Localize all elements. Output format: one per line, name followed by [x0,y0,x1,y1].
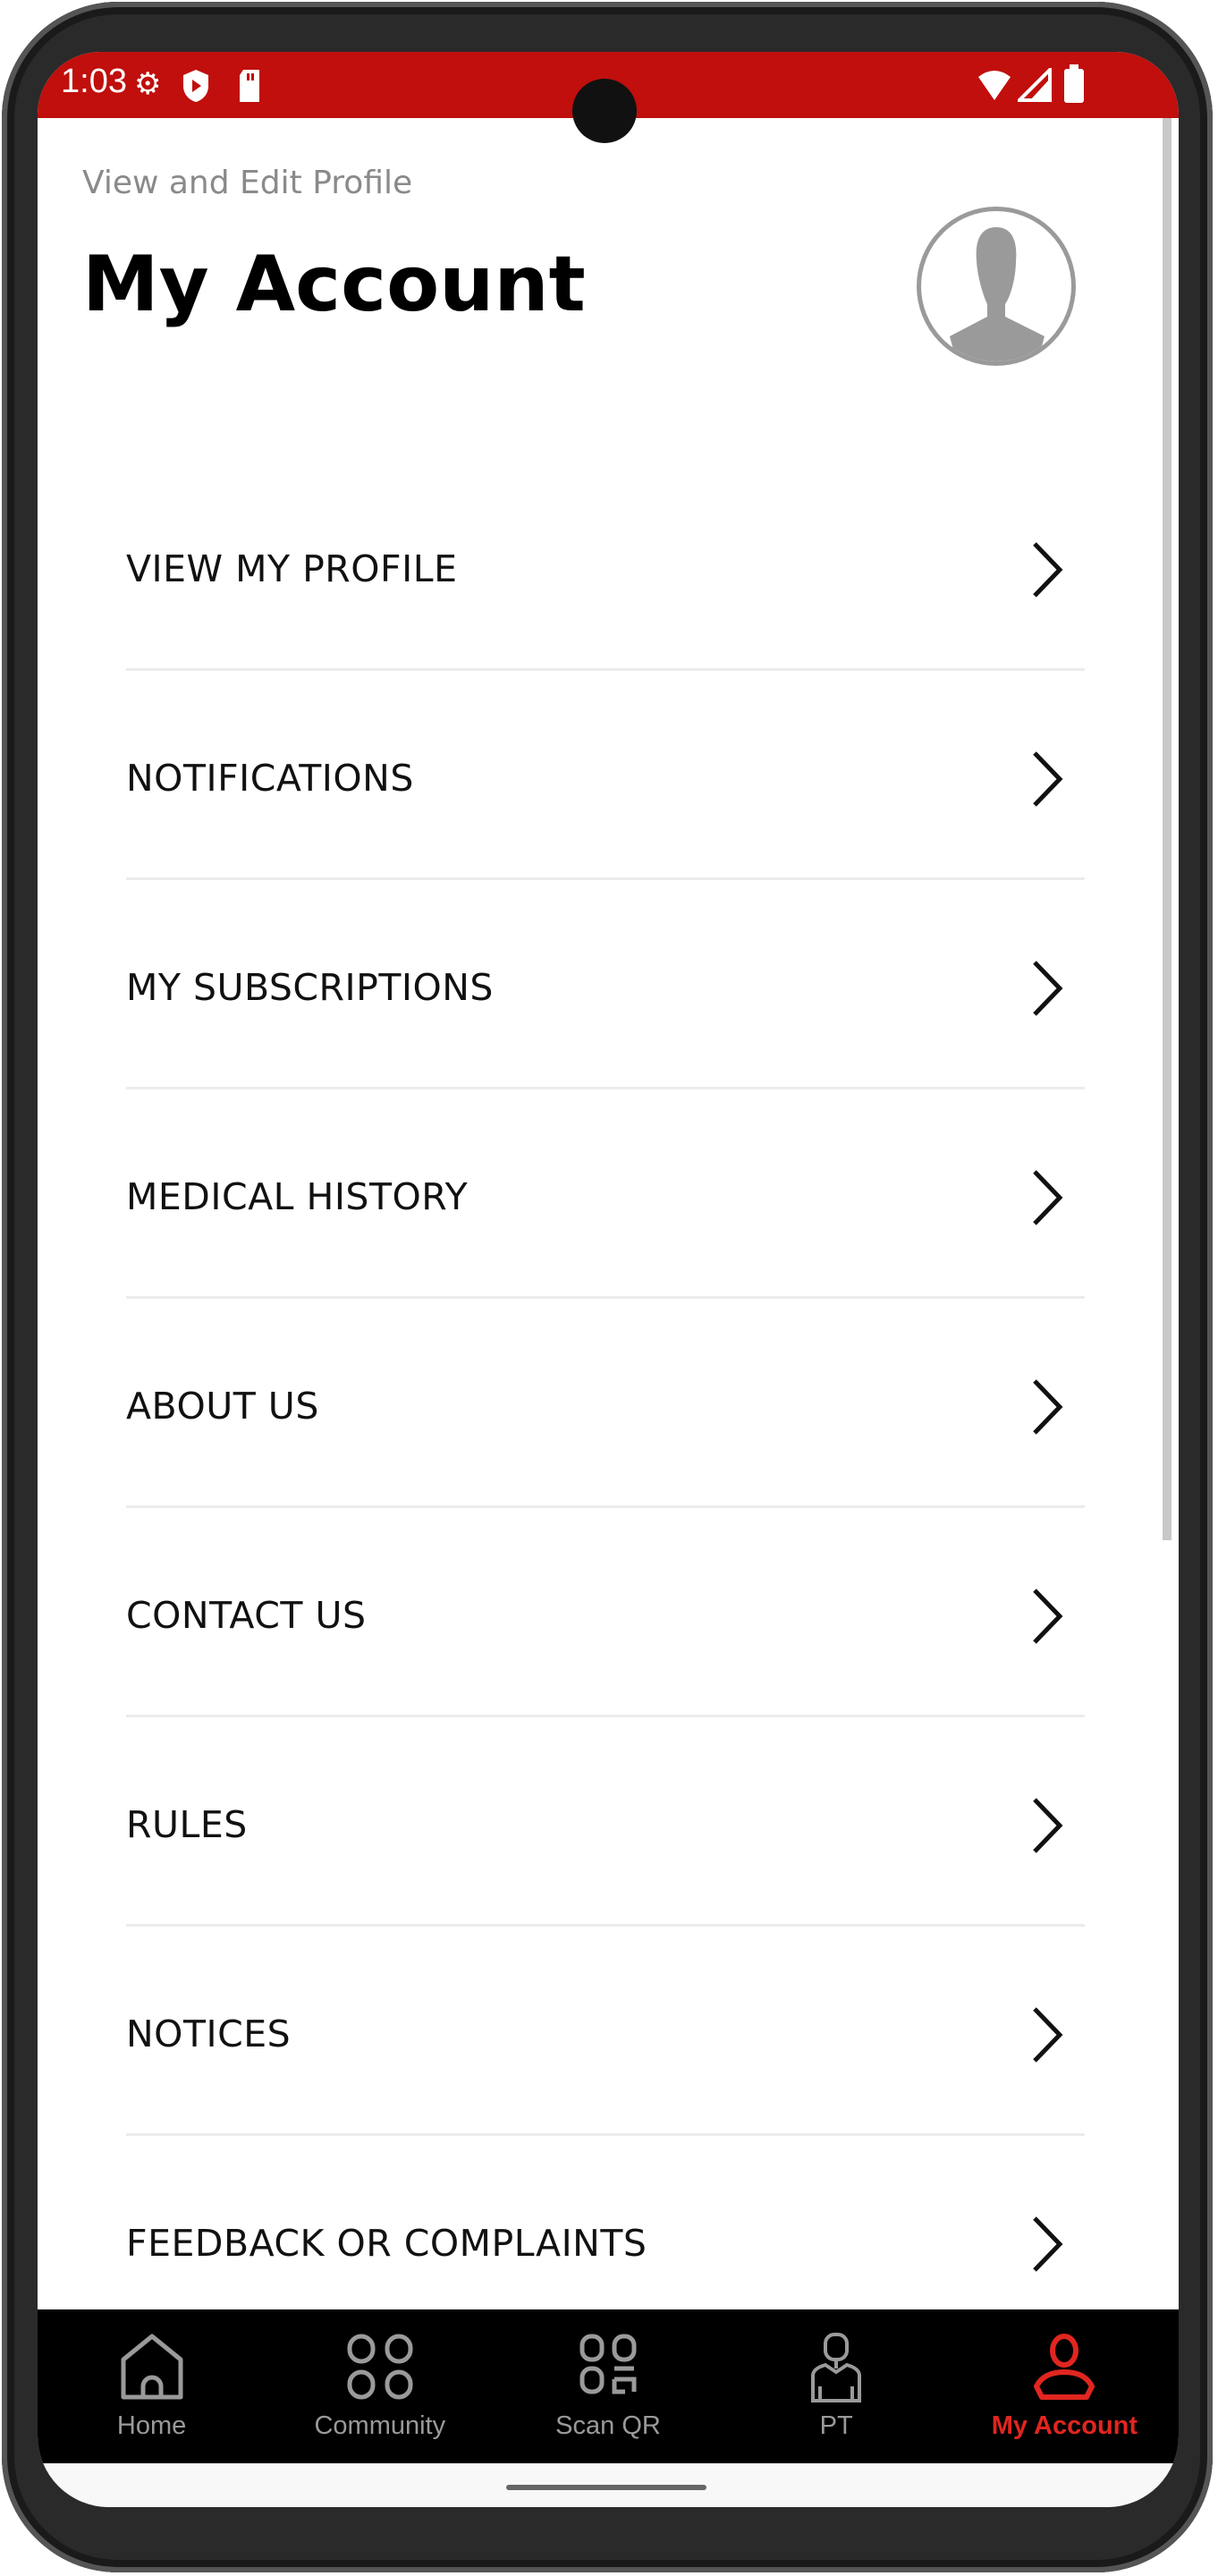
menu-item-label: ABOUT US [126,1385,319,1428]
wifi-icon [978,71,1011,100]
menu-item-label: NOTIFICATIONS [126,757,414,800]
user-silhouette-icon [950,227,1045,361]
page-subtitle: View and Edit Profile [82,165,413,201]
menu-item-view-my-profile[interactable]: VIEW MY PROFILE [126,462,1085,671]
menu-item-label: MEDICAL HISTORY [126,1175,469,1218]
menu-item-label: RULES [126,1803,248,1846]
chevron-right-icon [1033,1170,1063,1225]
page-title: My Account [82,240,586,329]
chevron-right-icon [1033,542,1063,597]
avatar[interactable] [917,207,1076,366]
menu-item-label: VIEW MY PROFILE [126,547,458,590]
play-shield-icon [183,70,208,102]
trainer-icon [811,2333,862,2402]
menu-item-notices[interactable]: NOTICES [126,1927,1085,2136]
gesture-bar [38,2463,1179,2507]
qr-icon [579,2334,637,2394]
menu-item-my-subscriptions[interactable]: MY SUBSCRIPTIONS [126,880,1085,1089]
home-icon [121,2334,183,2400]
menu-item-label: FEEDBACK OR COMPLAINTS [126,2222,647,2265]
chevron-right-icon [1033,1379,1063,1435]
nav-label: My Account [991,2411,1138,2440]
menu-item-label: NOTICES [126,2012,292,2055]
home-handle[interactable] [506,2485,706,2490]
menu-item-about-us[interactable]: ABOUT US [126,1299,1085,1508]
menu-item-notifications[interactable]: NOTIFICATIONS [126,671,1085,880]
menu-item-rules[interactable]: RULES [126,1717,1085,1927]
signal-icon [1018,68,1052,102]
gear-icon: ⚙ [134,66,162,102]
chevron-right-icon [1033,751,1063,807]
status-time: 1:03 [61,63,127,100]
chevron-right-icon [1033,1589,1063,1644]
scrollbar[interactable] [1163,118,1171,1540]
chevron-right-icon [1033,2216,1063,2272]
menu-item-label: MY SUBSCRIPTIONS [126,966,494,1009]
nav-home[interactable]: Home [38,2309,266,2463]
community-icon [347,2334,413,2400]
chevron-right-icon [1033,961,1063,1016]
menu-item-label: CONTACT US [126,1594,367,1637]
nav-community[interactable]: Community [266,2309,494,2463]
nav-pt[interactable]: PT [723,2309,951,2463]
chevron-right-icon [1033,2007,1063,2063]
battery-icon [1064,64,1084,103]
nav-label: Scan QR [555,2411,661,2440]
chevron-right-icon [1033,1798,1063,1853]
menu-item-medical-history[interactable]: MEDICAL HISTORY [126,1089,1085,1299]
user-icon [1034,2334,1095,2400]
nav-label: Home [116,2411,187,2440]
nav-label: PT [819,2411,853,2440]
front-camera [572,79,637,143]
screen: 1:03 ⚙ View and Edit Profile My Account … [38,52,1179,2507]
nav-label: Community [314,2411,446,2440]
nav-my-account[interactable]: My Account [951,2309,1179,2463]
bottom-nav: Home Community Scan QR PT My Account [38,2309,1179,2463]
menu-item-contact-us[interactable]: CONTACT US [126,1508,1085,1717]
sd-card-icon [240,70,259,102]
nav-scan-qr[interactable]: Scan QR [494,2309,722,2463]
